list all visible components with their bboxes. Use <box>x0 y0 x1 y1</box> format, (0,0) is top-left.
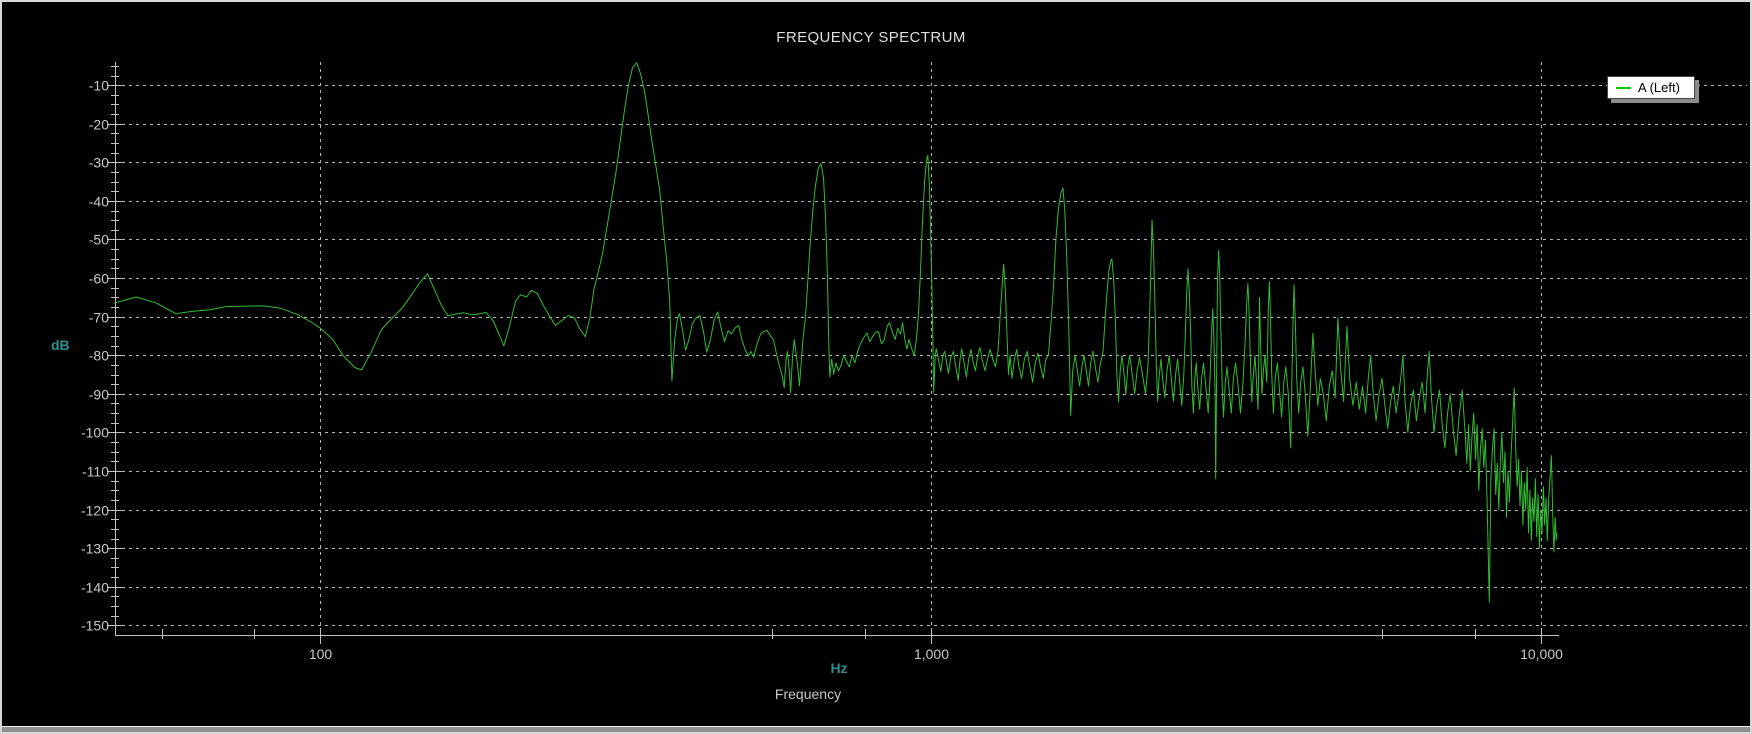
y-tick-label: -150 <box>81 618 109 634</box>
x-axis-title: Frequency <box>774 686 842 702</box>
y-tick-label: -140 <box>81 580 109 596</box>
spectrum-chart-plot-area[interactable]: -10 -20 -30 -40 -50 -60 -70 -80 -90 -100 -110 -120 -… <box>2 2 1752 734</box>
x-tick-label: 10,000 <box>1520 646 1563 662</box>
spectrum-analyzer-window: -10 -20 -30 -40 -50 -60 -70 -80 -90 -100 -110 -120 -… <box>0 0 1752 734</box>
y-tick-label: -100 <box>81 425 109 441</box>
legend[interactable]: A (Left) <box>1607 76 1695 99</box>
y-tick-label: -10 <box>89 78 109 94</box>
spectrum-trace <box>113 62 1558 603</box>
y-tick-label: -20 <box>89 117 109 133</box>
y-tick-label: -60 <box>89 271 109 287</box>
y-tick-label: -80 <box>89 348 109 364</box>
y-tick-label: -90 <box>89 387 109 403</box>
legend-series-label: A (Left) <box>1638 80 1680 95</box>
x-tick-label: 1,000 <box>914 646 949 662</box>
y-tick-label: -50 <box>89 232 109 248</box>
y-tick-label: -70 <box>89 310 109 326</box>
y-tick-label: -120 <box>81 503 109 519</box>
y-tick-label: -110 <box>82 464 109 480</box>
y-tick-label: -30 <box>89 155 109 171</box>
chart-title: FREQUENCY SPECTRUM <box>776 29 966 46</box>
window-bottom-edge <box>2 726 1750 732</box>
axis-layer <box>107 62 1559 644</box>
x-tick-label: 100 <box>309 646 333 662</box>
y-tick-label: -130 <box>81 541 109 557</box>
series-layer <box>113 62 1558 603</box>
legend-line-swatch <box>1616 86 1631 89</box>
x-axis-unit-label: Hz <box>830 660 848 676</box>
grid-layer <box>115 62 1747 635</box>
y-axis-unit-label: dB <box>51 337 70 353</box>
y-tick-label: -40 <box>89 194 109 210</box>
